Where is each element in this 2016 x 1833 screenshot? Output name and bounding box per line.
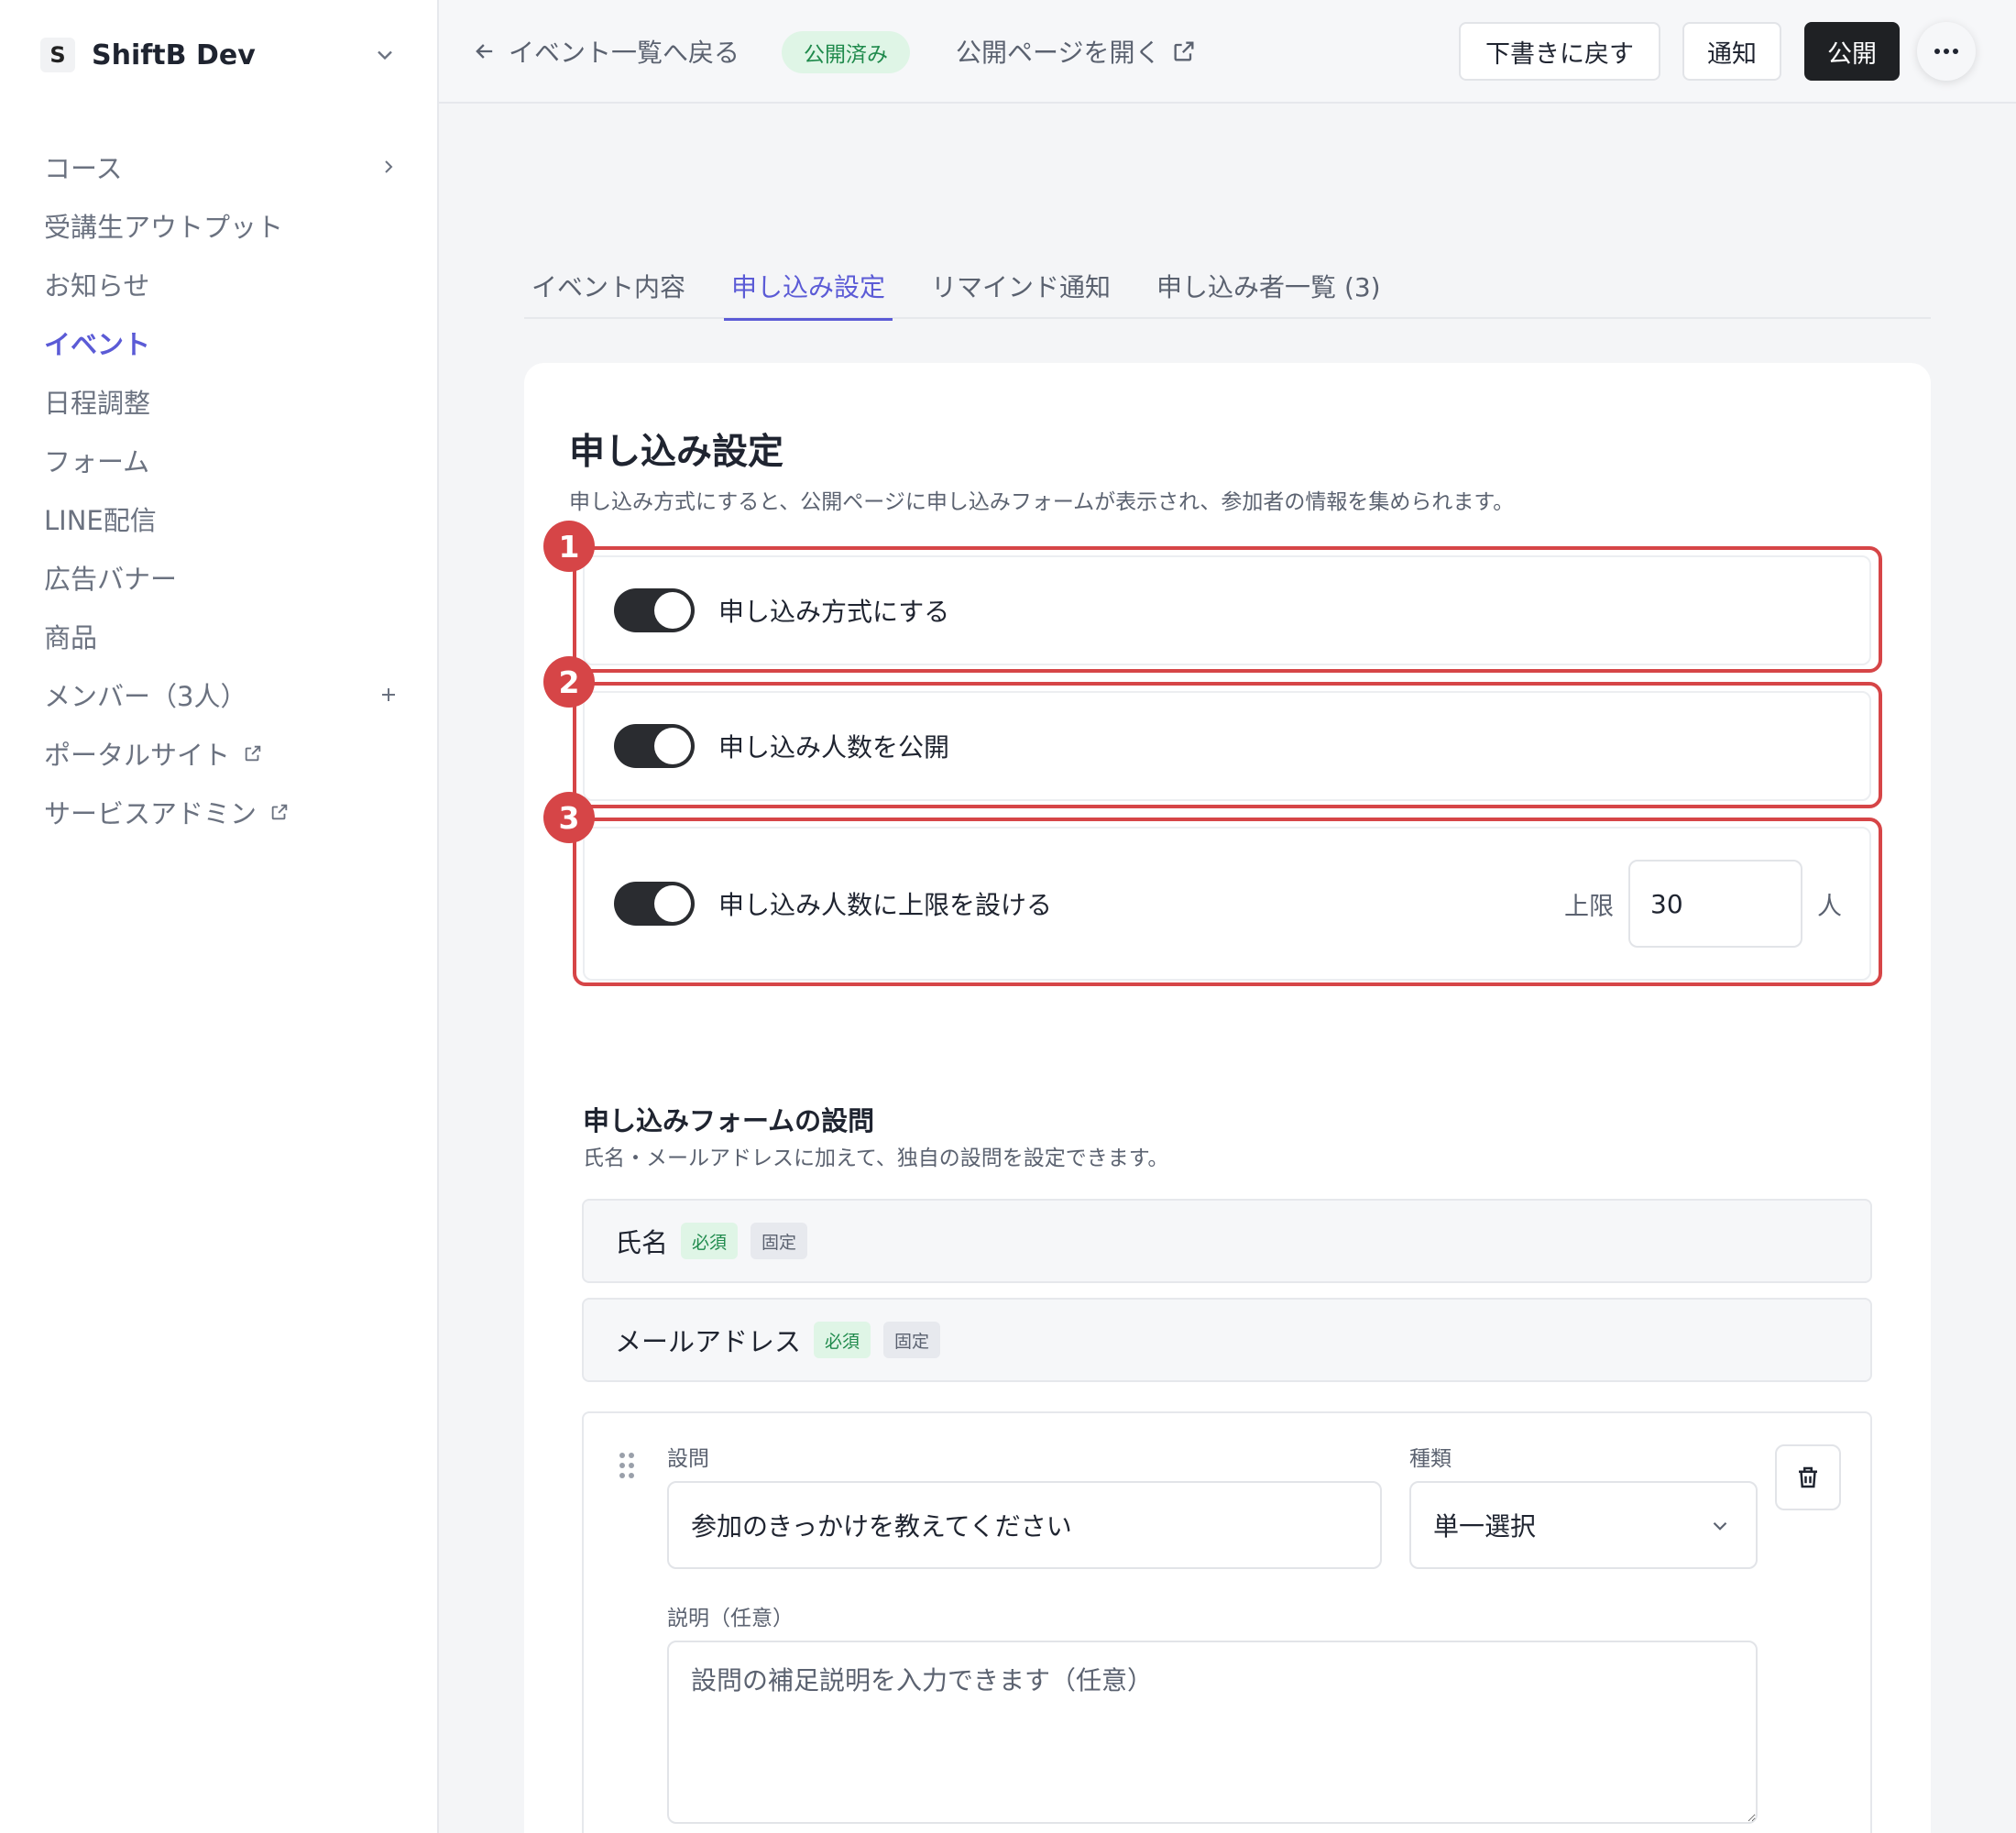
limit-input[interactable] <box>1628 860 1802 948</box>
sidebar-item-label: フォーム <box>44 446 150 477</box>
tab-reminder[interactable]: リマインド通知 <box>924 257 1118 319</box>
external-link-icon <box>1174 41 1194 61</box>
top-bar: イベント一覧へ戻る 公開済み 公開ページを開く 下書きに戻す 通知 公開 <box>439 0 2016 104</box>
sidebar-item-portal[interactable]: ポータルサイト <box>44 724 401 783</box>
external-link-icon <box>271 804 288 820</box>
revert-to-draft-button[interactable]: 下書きに戻す <box>1459 22 1660 81</box>
sidebar-item-portal-label: ポータルサイト <box>44 734 263 773</box>
back-to-events-link[interactable]: イベント一覧へ戻る <box>472 33 740 70</box>
question-type-select[interactable]: 単一選択 <box>1409 1481 1758 1569</box>
sidebar-item-service-admin[interactable]: サービスアドミン <box>44 783 401 841</box>
limit-label: 上限 <box>1564 892 1614 921</box>
type-select-value: 単一選択 <box>1433 1511 1537 1542</box>
toggle-knob <box>654 728 691 764</box>
publish-button[interactable]: 公開 <box>1804 22 1900 81</box>
sidebar-item-label: 広告バナー <box>44 564 178 595</box>
step-badge: 1 <box>543 521 595 572</box>
workspace-switcher[interactable]: S ShiftB Dev <box>40 35 398 75</box>
workspace-avatar: S <box>40 38 75 72</box>
fixed-tag: 固定 <box>883 1322 941 1358</box>
sidebar-item-label: 日程調整 <box>44 388 151 419</box>
toggle-row-limit: 申し込み人数に上限を設ける 上限 人 <box>583 827 1871 981</box>
status-badge: 公開済み <box>782 31 910 73</box>
event-tabs: イベント内容 申し込み設定 リマインド通知 申し込み者一覧 (3) <box>524 257 1931 321</box>
sidebar-item-events[interactable]: イベント <box>44 313 401 372</box>
form-questions-description: 氏名・メールアドレスに加えて、独自の設問を設定できます。 <box>583 1147 1169 1170</box>
sidebar-item-scheduling[interactable]: 日程調整 <box>44 372 401 431</box>
chevron-right-icon <box>376 154 401 180</box>
description-label: 説明（任意） <box>667 1607 794 1630</box>
tab-event-content[interactable]: イベント内容 <box>524 257 693 319</box>
sidebar-item-label: ポータルサイト <box>44 740 231 771</box>
sidebar-item-news[interactable]: お知らせ <box>44 255 401 313</box>
delete-question-button[interactable] <box>1775 1444 1841 1510</box>
sidebar-item-forms[interactable]: フォーム <box>44 431 401 489</box>
toggle-label: 申し込み人数に上限を設ける <box>718 890 1053 920</box>
required-tag: 必須 <box>814 1322 871 1358</box>
sidebar-item-label: お知らせ <box>44 270 150 302</box>
toggle-label: 申し込み方式にする <box>718 597 950 627</box>
back-link-label: イベント一覧へ戻る <box>509 38 740 68</box>
fixed-field-label: 氏名 <box>615 1227 669 1258</box>
toggle-knob <box>654 592 691 629</box>
chevron-down-icon <box>378 50 392 60</box>
custom-question-card: 設問 種類 単一選択 説明（任意） <box>582 1411 1872 1833</box>
step-badge: 2 <box>543 656 595 708</box>
toggle-row-application-mode: 申し込み方式にする <box>583 555 1871 665</box>
sidebar-item-service-admin-label: サービスアドミン <box>44 793 290 831</box>
step-badge: 3 <box>543 792 595 843</box>
workspace-name: ShiftB Dev <box>92 38 256 71</box>
more-options-button[interactable] <box>1917 22 1976 81</box>
show-count-toggle[interactable] <box>614 724 695 768</box>
tab-applicants[interactable]: 申し込み者一覧 (3) <box>1149 257 1388 319</box>
tab-application-settings[interactable]: 申し込み設定 <box>724 257 893 321</box>
main-content: イベント一覧へ戻る 公開済み 公開ページを開く 下書きに戻す 通知 公開 イベン… <box>439 0 2016 1833</box>
open-public-label: 公開ページを開く <box>956 38 1161 68</box>
more-horizontal-icon <box>1934 49 1958 54</box>
notify-button[interactable]: 通知 <box>1682 22 1781 81</box>
fixed-tag: 固定 <box>751 1223 808 1259</box>
application-settings-card: 申し込み設定 申し込み方式にすると、公開ページに申し込みフォームが表示され、参加… <box>524 363 1931 1833</box>
trash-icon <box>1799 1466 1817 1488</box>
section-title: 申し込み設定 <box>569 432 784 473</box>
chevron-down-icon <box>1713 1521 1727 1531</box>
application-mode-toggle[interactable] <box>614 588 695 632</box>
open-public-page-link[interactable]: 公開ページを開く <box>956 33 1197 70</box>
limit-unit: 人 <box>1817 892 1842 921</box>
question-input[interactable] <box>667 1481 1382 1569</box>
toggle-row-show-count: 申し込み人数を公開 <box>583 691 1871 801</box>
arrow-left-icon <box>476 44 493 59</box>
sidebar-item-line[interactable]: LINE配信 <box>44 489 401 548</box>
fixed-field-name: 氏名 必須 固定 <box>582 1199 1872 1283</box>
section-description: 申し込み方式にすると、公開ページに申し込みフォームが表示され、参加者の情報を集め… <box>569 490 1515 514</box>
sidebar-item-label: イベント <box>44 329 151 360</box>
sidebar-item-members[interactable]: メンバー（3人） <box>44 665 401 724</box>
toggle-knob <box>654 885 691 922</box>
fixed-field-email: メールアドレス 必須 固定 <box>582 1298 1872 1382</box>
sidebar-item-student-output[interactable]: 受講生アウトプット <box>44 196 401 255</box>
sidebar-item-products[interactable]: 商品 <box>44 607 401 665</box>
sidebar-item-label: 商品 <box>44 622 98 653</box>
plus-icon[interactable] <box>376 682 401 708</box>
limit-toggle[interactable] <box>614 882 695 926</box>
drag-handle-icon[interactable] <box>619 1452 635 1479</box>
sidebar-nav: コース 受講生アウトプット お知らせ イベント 日程調整 フォーム LINE配信 <box>44 137 401 841</box>
toggle-label: 申し込み人数を公開 <box>718 732 950 763</box>
external-link-icon <box>245 745 261 762</box>
sidebar-item-label: 受講生アウトプット <box>44 212 284 243</box>
fixed-field-label: メールアドレス <box>615 1326 802 1357</box>
required-tag: 必須 <box>681 1223 739 1259</box>
sidebar-item-course[interactable]: コース <box>44 137 401 196</box>
sidebar-item-ad-banner[interactable]: 広告バナー <box>44 548 401 607</box>
question-description-textarea[interactable] <box>667 1641 1758 1824</box>
question-label: 設問 <box>667 1447 709 1471</box>
limit-field-group: 上限 人 <box>1564 860 1842 948</box>
sidebar: S ShiftB Dev コース 受講生アウトプット お知らせ イベント 日程調… <box>0 0 439 1833</box>
sidebar-item-label: メンバー（3人） <box>44 681 247 712</box>
type-label: 種類 <box>1409 1447 1452 1471</box>
sidebar-item-label: コース <box>44 153 123 184</box>
sidebar-item-label: LINE配信 <box>44 505 157 536</box>
form-questions-title: 申し込みフォームの設問 <box>583 1105 875 1136</box>
sidebar-item-label: サービスアドミン <box>44 798 257 829</box>
